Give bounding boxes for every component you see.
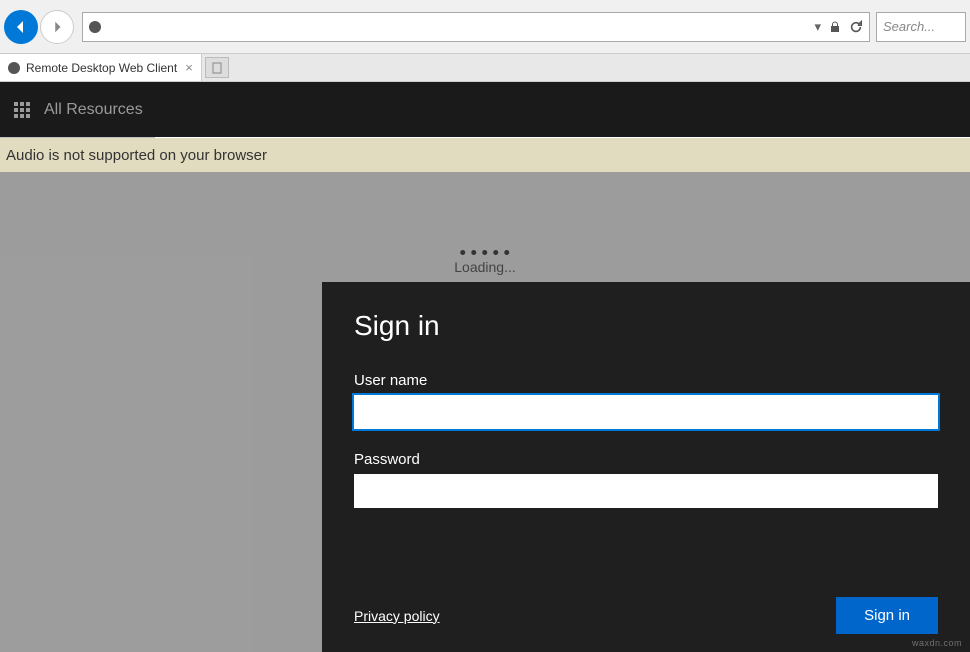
password-label: Password	[354, 451, 938, 468]
apps-grid-icon[interactable]	[14, 102, 30, 118]
search-placeholder: Search...	[883, 19, 935, 34]
browser-toolbar: ▾ Search...	[0, 0, 970, 54]
banner-message: Audio is not supported on your browser	[6, 147, 267, 164]
privacy-policy-link[interactable]: Privacy policy	[354, 608, 440, 624]
refresh-icon[interactable]	[849, 20, 863, 34]
app-header: All Resources	[0, 82, 970, 137]
header-title: All Resources	[44, 101, 143, 119]
new-tab-button[interactable]	[205, 57, 229, 78]
blank-page-icon	[211, 62, 223, 74]
watermark: waxdn.com	[912, 638, 962, 648]
arrow-left-icon	[13, 19, 29, 35]
username-input[interactable]	[354, 395, 938, 429]
site-identity-icon	[89, 21, 101, 33]
tab-close-button[interactable]: ×	[185, 61, 193, 74]
tab-favicon-icon	[8, 62, 20, 74]
address-bar[interactable]: ▾	[82, 12, 870, 42]
lock-icon	[829, 21, 841, 33]
browser-search-box[interactable]: Search...	[876, 12, 966, 42]
arrow-right-icon	[50, 20, 64, 34]
nav-forward-button[interactable]	[40, 10, 74, 44]
loading-text: Loading...	[454, 259, 516, 275]
tab-title: Remote Desktop Web Client	[26, 61, 177, 75]
browser-tab[interactable]: Remote Desktop Web Client ×	[0, 54, 202, 81]
nav-back-button[interactable]	[4, 10, 38, 44]
signin-footer: Privacy policy Sign in	[354, 597, 938, 634]
signin-panel: Sign in User name Password Privacy polic…	[322, 282, 970, 652]
loading-indicator: Loading...	[454, 250, 516, 275]
loading-dots-icon	[454, 250, 516, 255]
signin-title: Sign in	[354, 310, 938, 342]
warning-banner: Audio is not supported on your browser	[0, 138, 970, 172]
dropdown-icon[interactable]: ▾	[814, 19, 821, 35]
content-area: Loading... Sign in User name Password Pr…	[0, 172, 970, 652]
signin-button[interactable]: Sign in	[836, 597, 938, 634]
username-label: User name	[354, 372, 938, 389]
tab-strip: Remote Desktop Web Client ×	[0, 54, 970, 82]
password-input[interactable]	[354, 474, 938, 508]
